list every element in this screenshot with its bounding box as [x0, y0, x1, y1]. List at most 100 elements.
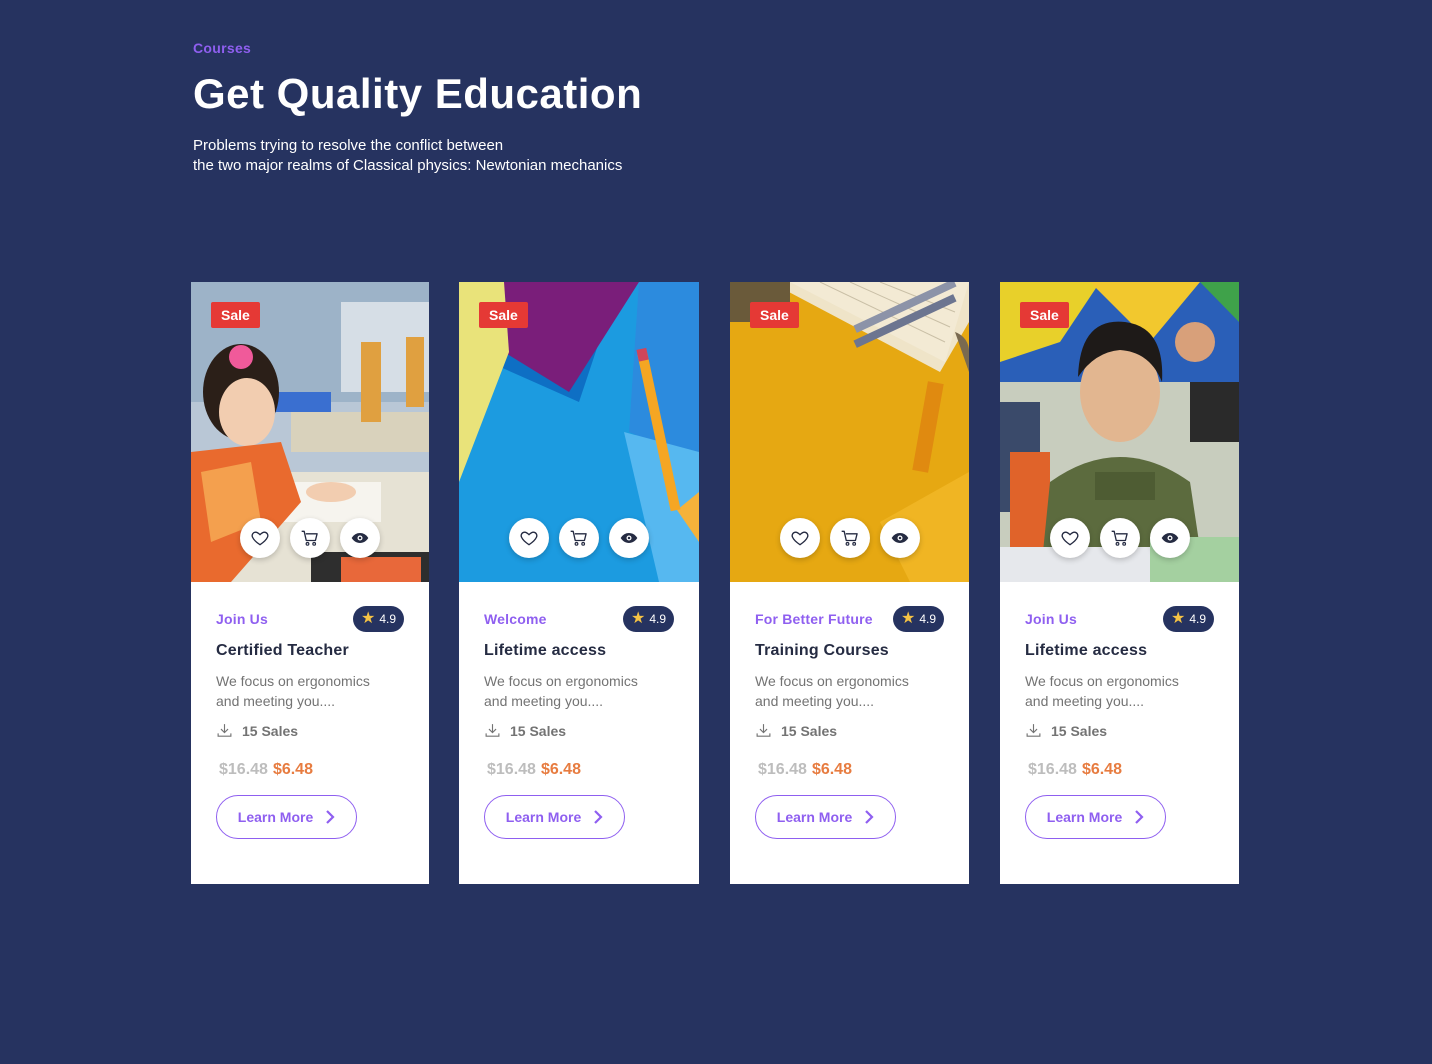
- learn-more-label: Learn More: [776, 809, 853, 825]
- learn-more-button[interactable]: Learn More: [1025, 795, 1166, 839]
- quick-view-button[interactable]: [609, 518, 649, 558]
- favorite-button[interactable]: [240, 518, 280, 558]
- page-title: Get Quality Education: [193, 70, 643, 117]
- course-card: Sale Join Us ★ 4.9 Certified Teacher We …: [191, 282, 429, 884]
- price: $16.48 $6.48: [216, 761, 404, 779]
- course-image: Sale: [1000, 282, 1239, 582]
- course-card: Sale For Better Future ★ 4.9 Training Co…: [730, 282, 969, 884]
- section-header: Courses Get Quality Education Problems t…: [193, 40, 893, 176]
- section-eyebrow: Courses: [193, 40, 252, 56]
- heart-icon: [1061, 531, 1078, 546]
- card-actions: [730, 518, 969, 558]
- chevron-right-icon: [865, 810, 874, 824]
- favorite-button[interactable]: [509, 518, 549, 558]
- course-title[interactable]: Training Courses: [755, 642, 944, 660]
- download-icon: [756, 724, 771, 737]
- card-meta: For Better Future ★ 4.9: [755, 606, 944, 632]
- sales-count: 15 Sales: [510, 722, 567, 739]
- sale-badge: Sale: [1020, 302, 1069, 328]
- old-price: $16.48: [758, 761, 807, 778]
- eye-icon: [891, 533, 908, 543]
- old-price: $16.48: [487, 761, 536, 778]
- description-line-2: and meeting you....: [755, 693, 875, 709]
- add-to-cart-button[interactable]: [829, 518, 870, 558]
- new-price: $6.48: [272, 761, 313, 778]
- sale-badge: Sale: [479, 302, 528, 328]
- rating-badge: ★ 4.9: [892, 606, 944, 632]
- sales-count: 15 Sales: [1051, 722, 1108, 739]
- add-to-cart-button[interactable]: [559, 518, 599, 558]
- quick-view-button[interactable]: [340, 518, 380, 558]
- sales-count: 15 Sales: [242, 722, 299, 739]
- old-price: $16.48: [219, 761, 268, 778]
- rating-badge: ★ 4.9: [352, 606, 404, 632]
- description-line-2: and meeting you....: [484, 693, 604, 709]
- card-actions: [459, 518, 699, 558]
- rating-badge: ★ 4.9: [1162, 606, 1214, 632]
- card-body: Join Us ★ 4.9 Lifetime access We focus o…: [1000, 582, 1239, 839]
- quick-view-button[interactable]: [879, 518, 920, 558]
- learn-more-button[interactable]: Learn More: [484, 795, 625, 839]
- course-category[interactable]: For Better Future: [755, 611, 873, 627]
- cart-icon: [301, 530, 318, 546]
- new-price: $6.48: [811, 761, 852, 778]
- eye-icon: [351, 533, 369, 543]
- course-description: We focus on ergonomics and meeting you..…: [1025, 671, 1225, 711]
- new-price: $6.48: [1081, 761, 1122, 778]
- description-line-2: and meeting you....: [1025, 693, 1145, 709]
- rating-value: 4.9: [919, 612, 936, 626]
- sales-info: 15 Sales: [484, 722, 674, 739]
- download-icon: [1026, 724, 1041, 737]
- star-icon: ★: [360, 610, 376, 627]
- learn-more-label: Learn More: [505, 809, 582, 825]
- card-body: Join Us ★ 4.9 Certified Teacher We focus…: [191, 582, 429, 839]
- heart-icon: [251, 531, 269, 546]
- course-category[interactable]: Join Us: [1025, 611, 1077, 627]
- learn-more-label: Learn More: [1046, 809, 1123, 825]
- heart-icon: [520, 531, 538, 546]
- course-description: We focus on ergonomics and meeting you..…: [755, 671, 955, 711]
- card-meta: Welcome ★ 4.9: [484, 606, 674, 632]
- heart-icon: [791, 531, 808, 546]
- download-icon: [217, 724, 232, 737]
- chevron-right-icon: [326, 810, 335, 824]
- course-category[interactable]: Join Us: [216, 611, 268, 627]
- section-subtitle: Problems trying to resolve the conflict …: [193, 136, 673, 176]
- add-to-cart-button[interactable]: [1099, 518, 1140, 558]
- subtitle-line-1: Problems trying to resolve the conflict …: [193, 137, 504, 154]
- description-line-1: We focus on ergonomics: [216, 673, 370, 689]
- description-line-1: We focus on ergonomics: [484, 673, 638, 689]
- course-description: We focus on ergonomics and meeting you..…: [484, 671, 684, 711]
- learn-more-button[interactable]: Learn More: [216, 795, 357, 839]
- rating-badge: ★ 4.9: [622, 606, 674, 632]
- price: $16.48 $6.48: [755, 761, 944, 779]
- sale-badge: Sale: [750, 302, 799, 328]
- card-body: Welcome ★ 4.9 Lifetime access We focus o…: [459, 582, 699, 839]
- star-icon: ★: [900, 610, 916, 627]
- sales-info: 15 Sales: [216, 722, 404, 739]
- course-category[interactable]: Welcome: [484, 611, 547, 627]
- old-price: $16.48: [1028, 761, 1077, 778]
- price: $16.48 $6.48: [1025, 761, 1214, 779]
- subtitle-line-2: the two major realms of Classical physic…: [193, 157, 623, 174]
- favorite-button[interactable]: [779, 518, 820, 558]
- description-line-1: We focus on ergonomics: [755, 673, 909, 689]
- course-title[interactable]: Lifetime access: [1025, 642, 1214, 660]
- card-body: For Better Future ★ 4.9 Training Courses…: [730, 582, 969, 839]
- download-icon: [485, 724, 500, 737]
- cart-icon: [1111, 530, 1128, 546]
- card-meta: Join Us ★ 4.9: [1025, 606, 1214, 632]
- sales-count: 15 Sales: [781, 722, 838, 739]
- chevron-right-icon: [594, 810, 603, 824]
- add-to-cart-button[interactable]: [290, 518, 330, 558]
- course-title[interactable]: Lifetime access: [484, 642, 674, 660]
- eye-icon: [620, 533, 638, 543]
- favorite-button[interactable]: [1049, 518, 1090, 558]
- eye-icon: [1161, 533, 1178, 543]
- course-title[interactable]: Certified Teacher: [216, 642, 404, 660]
- sale-badge: Sale: [211, 302, 260, 328]
- sales-info: 15 Sales: [1025, 722, 1214, 739]
- course-card: Sale Welcome ★ 4.9 Lifetime access We fo…: [459, 282, 699, 884]
- learn-more-button[interactable]: Learn More: [755, 795, 896, 839]
- quick-view-button[interactable]: [1149, 518, 1190, 558]
